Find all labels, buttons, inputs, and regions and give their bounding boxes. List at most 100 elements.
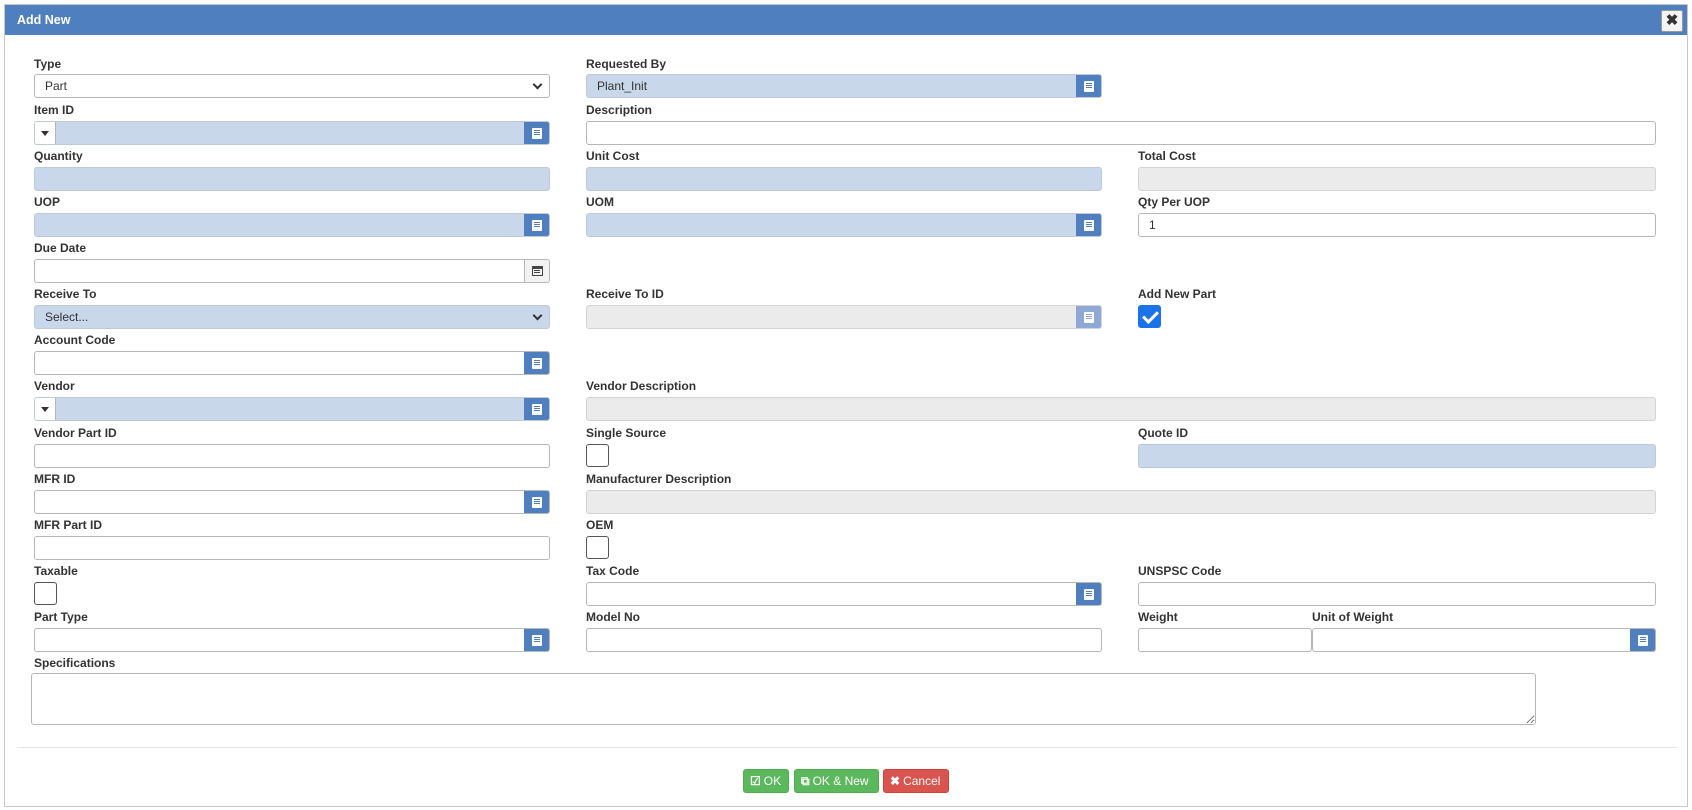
qty-per-uop-label: Qty Per UOP [1138,195,1211,209]
vendor-description-label: Vendor Description [586,379,697,393]
chevron-down-icon [532,310,543,321]
uom-label: UOM [586,195,614,209]
lookup-icon [1084,311,1094,323]
lookup-icon [1084,80,1094,92]
mfr-part-id-label: MFR Part ID [34,518,103,532]
mfr-part-id-input[interactable] [34,536,550,560]
due-date-label: Due Date [34,241,87,255]
copy-icon: ⧉ [801,774,810,788]
item-id-dropdown-toggle[interactable] [35,122,56,144]
mfr-id-field[interactable] [34,490,550,514]
uom-lookup-button[interactable] [1076,214,1101,236]
dialog-title: Add New [17,13,71,27]
model-no-input[interactable] [586,628,1102,652]
footer-divider [17,747,1677,748]
cancel-button[interactable]: ✖ Cancel [883,769,949,793]
add-new-dialog: Add New ✖ Type Part Requested By Plant_I… [4,4,1688,807]
total-cost-field [1138,167,1656,191]
requested-by-value: Plant_Init [597,79,648,93]
account-code-lookup-button[interactable] [524,352,549,374]
vendor-description-field [586,397,1656,421]
vendor-lookup-button[interactable] [524,398,549,420]
mfr-id-label: MFR ID [34,472,76,486]
weight-label: Weight [1138,610,1178,624]
specifications-label: Specifications [34,656,116,670]
type-label: Type [34,57,62,71]
requested-by-lookup-button[interactable] [1076,75,1101,97]
receive-to-id-label: Receive To ID [586,287,664,301]
ok-button[interactable]: ☑ OK [743,769,789,793]
lookup-icon [1084,219,1094,231]
unit-of-weight-field[interactable] [1312,628,1656,652]
description-input[interactable] [586,121,1656,145]
manufacturer-description-label: Manufacturer Description [586,472,732,486]
close-icon: ✖ [890,774,901,788]
mfr-id-lookup-button[interactable] [524,491,549,513]
model-no-label: Model No [586,610,640,624]
receive-to-id-lookup-button [1076,306,1101,328]
oem-checkbox[interactable] [586,536,609,559]
vendor-part-id-input[interactable] [34,444,550,468]
vendor-dropdown-toggle[interactable] [35,398,56,420]
vendor-part-id-label: Vendor Part ID [34,426,117,440]
type-value: Part [45,79,68,93]
tax-code-lookup-button[interactable] [1076,583,1101,605]
unit-cost-label: Unit Cost [586,149,640,163]
quantity-label: Quantity [34,149,83,163]
requested-by-field: Plant_Init [586,74,1102,98]
uop-label: UOP [34,195,61,209]
lookup-icon [532,403,542,415]
taxable-checkbox[interactable] [34,582,57,605]
type-select[interactable]: Part [34,74,550,98]
weight-input[interactable] [1138,628,1312,652]
oem-label: OEM [586,518,614,532]
quote-id-label: Quote ID [1138,426,1188,440]
account-code-field[interactable] [34,351,550,375]
receive-to-value: Select... [45,310,89,324]
uom-field[interactable] [586,213,1102,237]
add-new-part-checkbox[interactable] [1138,305,1161,328]
description-label: Description [586,103,653,117]
unit-of-weight-lookup-button[interactable] [1630,629,1655,651]
calendar-icon [531,266,543,276]
qty-per-uop-input[interactable]: 1 [1138,213,1656,237]
part-type-lookup-button[interactable] [524,629,549,651]
quote-id-input[interactable] [1138,444,1656,468]
due-date-input[interactable] [34,259,550,283]
dialog-titlebar: Add New [5,5,1687,35]
lookup-icon [532,357,542,369]
unspsc-code-input[interactable] [1138,582,1656,606]
ok-and-new-button-label: OK & New [812,774,869,788]
tax-code-field[interactable] [586,582,1102,606]
uop-field[interactable] [34,213,550,237]
manufacturer-description-field [586,490,1656,514]
total-cost-label: Total Cost [1138,149,1196,163]
vendor-field[interactable] [34,397,550,421]
check-square-icon: ☑ [750,774,761,788]
quantity-input[interactable] [34,167,550,191]
unit-cost-input[interactable] [586,167,1102,191]
uop-lookup-button[interactable] [524,214,549,236]
vendor-label: Vendor [34,379,75,393]
requested-by-label: Requested By [586,57,667,71]
account-code-label: Account Code [34,333,116,347]
receive-to-select[interactable]: Select... [34,305,550,329]
lookup-icon [1638,634,1648,646]
item-id-field[interactable] [34,121,550,145]
part-type-field[interactable] [34,628,550,652]
single-source-checkbox[interactable] [586,444,609,467]
item-id-lookup-button[interactable] [524,122,549,144]
ok-and-new-button[interactable]: ⧉ OK & New [794,769,879,793]
single-source-label: Single Source [586,426,667,440]
calendar-button[interactable] [524,260,549,282]
close-button[interactable]: ✖ [1661,10,1683,32]
tax-code-label: Tax Code [586,564,640,578]
unit-of-weight-label: Unit of Weight [1312,610,1394,624]
lookup-icon [532,496,542,508]
specifications-textarea[interactable] [31,673,1536,725]
lookup-icon [1084,588,1094,600]
cancel-button-label: Cancel [903,774,941,788]
lookup-icon [532,219,542,231]
item-id-label: Item ID [34,103,75,117]
lookup-icon [532,127,542,139]
